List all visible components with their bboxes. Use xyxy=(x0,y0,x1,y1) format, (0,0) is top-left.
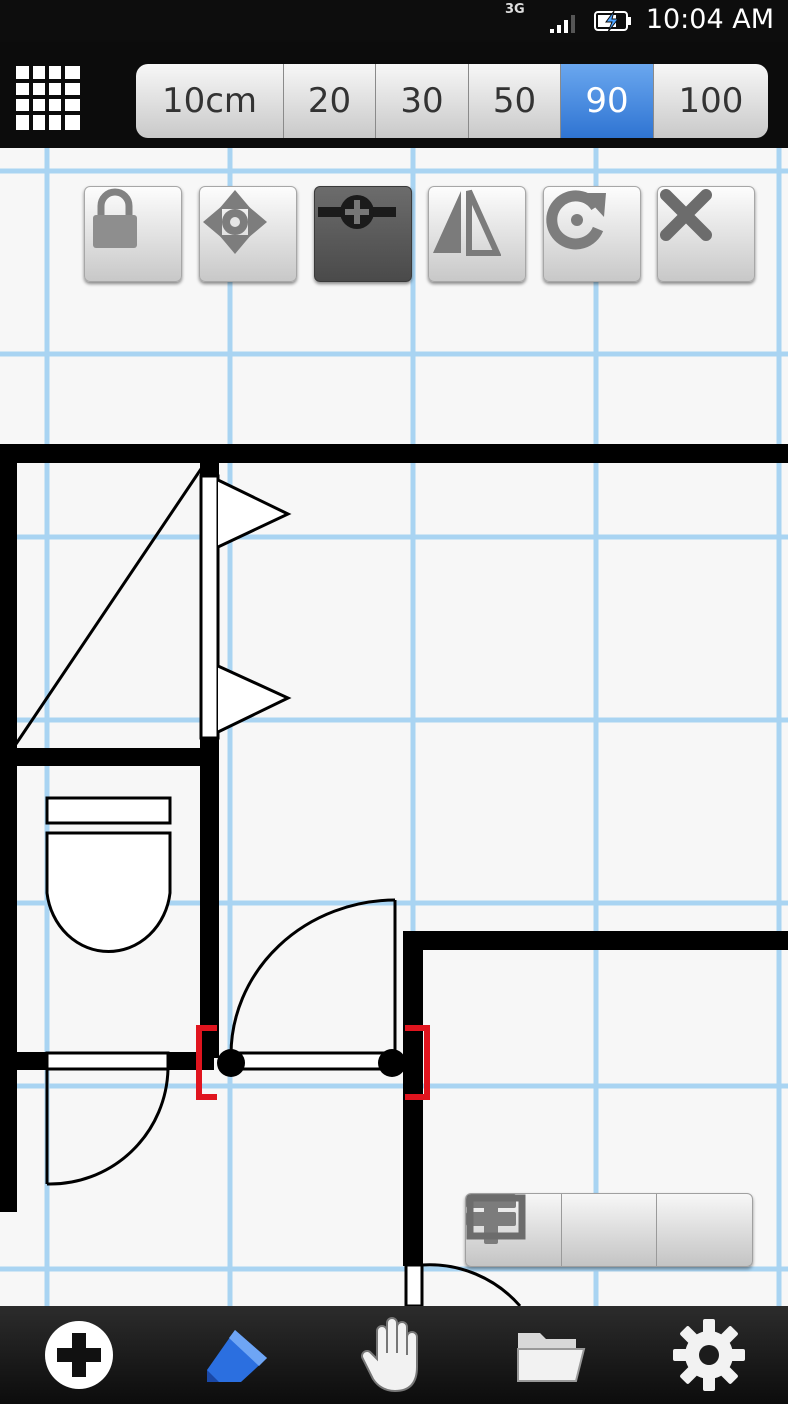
mirror-icon xyxy=(433,189,501,256)
signal-icon xyxy=(550,15,575,33)
draw-icon xyxy=(207,1330,268,1382)
scale-selector: 10cm 20 30 50 90 100 xyxy=(136,64,768,138)
lock-button[interactable] xyxy=(84,186,182,282)
scale-option-10cm[interactable]: 10cm xyxy=(136,64,284,138)
scale-option-30[interactable]: 30 xyxy=(376,64,469,138)
resize-button[interactable] xyxy=(314,186,412,282)
top-toolbar: 10cm 20 30 50 90 100 xyxy=(0,42,788,148)
floor-plan-drawing xyxy=(0,148,788,1306)
add-button[interactable] xyxy=(34,1310,124,1400)
pan-button[interactable] xyxy=(349,1310,439,1400)
fit-screen-icon xyxy=(466,1194,526,1240)
delete-icon xyxy=(660,189,712,241)
lock-icon xyxy=(93,188,137,248)
status-bar: 3G 10:04 AM xyxy=(0,0,788,42)
scale-option-20[interactable]: 20 xyxy=(284,64,376,138)
move-icon xyxy=(203,190,267,254)
settings-button[interactable] xyxy=(664,1310,754,1400)
bottom-toolbar xyxy=(0,1306,788,1404)
selected-door[interactable] xyxy=(196,898,430,1100)
scale-option-90[interactable]: 90 xyxy=(561,64,654,138)
pan-icon xyxy=(360,1317,418,1393)
scale-option-50[interactable]: 50 xyxy=(469,64,561,138)
battery-charging-icon xyxy=(594,10,631,33)
status-time: 10:04 AM xyxy=(645,4,774,35)
resize-icon xyxy=(318,195,396,229)
delete-button[interactable] xyxy=(657,186,755,282)
floor-plan-canvas[interactable] xyxy=(0,148,788,1306)
move-button[interactable] xyxy=(199,186,297,282)
add-icon xyxy=(44,1321,113,1389)
scale-option-100[interactable]: 100 xyxy=(654,64,768,138)
draw-button[interactable] xyxy=(191,1310,281,1400)
settings-icon xyxy=(673,1319,746,1391)
rotate-icon xyxy=(546,190,606,250)
grid-icon[interactable] xyxy=(14,64,82,132)
window[interactable] xyxy=(14,465,292,745)
open-folder-icon xyxy=(516,1333,585,1382)
fit-screen-button[interactable] xyxy=(466,1194,752,1266)
zoom-controls xyxy=(465,1193,753,1267)
network-type: 3G xyxy=(505,2,525,17)
mirror-button[interactable] xyxy=(428,186,526,282)
toilet[interactable] xyxy=(45,796,172,953)
zoom-in-button[interactable] xyxy=(466,1194,658,1266)
open-folder-button[interactable] xyxy=(507,1310,597,1400)
grid-lines xyxy=(0,148,788,1306)
rotate-button[interactable] xyxy=(543,186,641,282)
bathroom-door[interactable] xyxy=(45,1051,170,1186)
